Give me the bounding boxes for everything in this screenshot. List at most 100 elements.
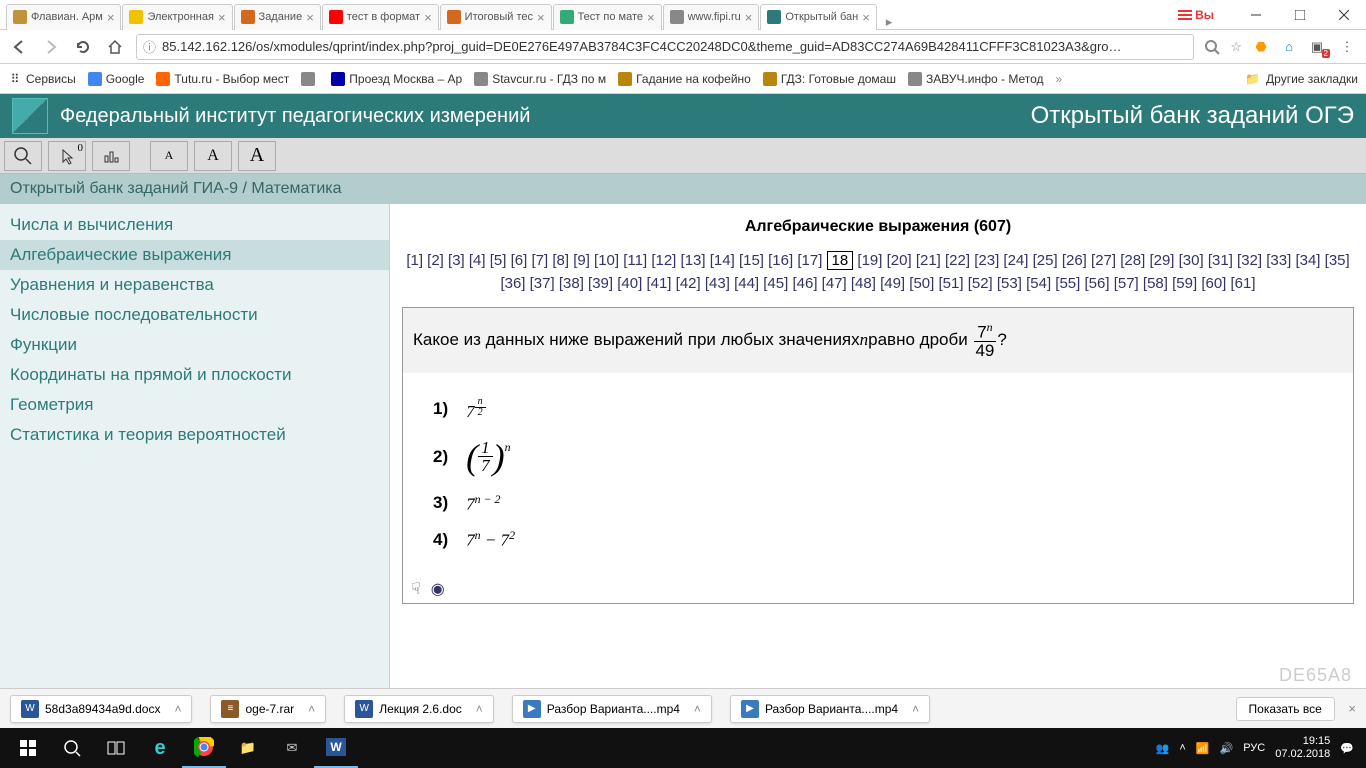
lang-indicator[interactable]: РУС	[1243, 742, 1265, 754]
extension-shield-icon[interactable]: ⬣	[1252, 38, 1270, 56]
option-2[interactable]: 2) ( 17 ) n	[433, 436, 1323, 478]
bookmark-item[interactable]: Гадание на кофейно	[618, 72, 751, 86]
page-link[interactable]: [3]	[448, 252, 465, 269]
page-link[interactable]: [57]	[1114, 275, 1139, 292]
font-medium-button[interactable]: A	[194, 141, 232, 171]
tray-chevron-icon[interactable]: ˄	[1179, 742, 1185, 754]
page-link[interactable]: [14]	[710, 252, 735, 269]
sidebar-item[interactable]: Координаты на прямой и плоскости	[0, 360, 389, 390]
browser-tab[interactable]: Открытый бан×	[760, 4, 876, 30]
page-link[interactable]: [28]	[1120, 252, 1145, 269]
browser-tab[interactable]: Итоговый тес×	[440, 4, 552, 30]
page-link[interactable]: [21]	[916, 252, 941, 269]
page-link[interactable]: [8]	[552, 252, 569, 269]
bookmark-item[interactable]: ЗАВУЧ.инфо - Метод	[908, 72, 1044, 86]
page-link[interactable]: [46]	[792, 275, 817, 292]
page-link[interactable]: [60]	[1201, 275, 1226, 292]
page-link[interactable]: [9]	[573, 252, 590, 269]
option-4[interactable]: 4) 7n − 72	[433, 528, 1323, 551]
page-link[interactable]: [20]	[887, 252, 912, 269]
close-window-button[interactable]	[1322, 1, 1366, 29]
explorer-icon[interactable]: 📁	[226, 728, 270, 768]
page-link[interactable]: [56]	[1085, 275, 1110, 292]
notifications-icon[interactable]: 💬	[1340, 742, 1354, 755]
mail-icon[interactable]: ✉	[270, 728, 314, 768]
menu-button[interactable]: ⋮	[1336, 36, 1358, 58]
download-chevron-icon[interactable]: ˄	[476, 702, 483, 716]
browser-tab[interactable]: Флавиан. Арм×	[6, 4, 121, 30]
font-large-button[interactable]: A	[238, 141, 276, 171]
close-tab-icon[interactable]: ×	[537, 10, 545, 25]
page-link[interactable]: [59]	[1172, 275, 1197, 292]
page-link[interactable]: [47]	[822, 275, 847, 292]
select-tool-button[interactable]: 0	[48, 141, 86, 171]
page-link[interactable]: [24]	[1003, 252, 1028, 269]
people-icon[interactable]: 👥	[1156, 742, 1170, 755]
page-link[interactable]: [32]	[1237, 252, 1262, 269]
bookmark-item[interactable]: Stavcur.ru - ГДЗ по м	[474, 72, 606, 86]
page-link[interactable]: [49]	[880, 275, 905, 292]
page-link[interactable]: [26]	[1062, 252, 1087, 269]
bookmark-item[interactable]: Проезд Москва – Ар	[331, 72, 462, 86]
page-link[interactable]: [25]	[1033, 252, 1058, 269]
search-tool-button[interactable]	[4, 141, 42, 171]
search-icon[interactable]	[1204, 39, 1220, 55]
page-link[interactable]: [22]	[945, 252, 970, 269]
browser-tab[interactable]: Задание×	[234, 4, 321, 30]
network-icon[interactable]: 📶	[1196, 742, 1210, 755]
page-link[interactable]: [58]	[1143, 275, 1168, 292]
page-link[interactable]: [7]	[531, 252, 548, 269]
close-tab-icon[interactable]: ×	[745, 10, 753, 25]
task-view-button[interactable]	[94, 728, 138, 768]
download-item[interactable]: WЛекция 2.6.doc˄	[344, 695, 494, 723]
browser-tab[interactable]: Электронная×	[122, 4, 232, 30]
close-tab-icon[interactable]: ×	[424, 10, 432, 25]
page-link[interactable]: [31]	[1208, 252, 1233, 269]
chrome-icon[interactable]	[182, 728, 226, 768]
page-link[interactable]: [51]	[938, 275, 963, 292]
sidebar-item[interactable]: Числа и вычисления	[0, 210, 389, 240]
sidebar-item[interactable]: Числовые последовательности	[0, 300, 389, 330]
browser-tab[interactable]: Тест по мате×	[553, 4, 662, 30]
page-link[interactable]: [30]	[1179, 252, 1204, 269]
font-small-button[interactable]: A	[150, 141, 188, 171]
page-link[interactable]: [45]	[763, 275, 788, 292]
download-chevron-icon[interactable]: ˄	[694, 702, 701, 716]
extension-home-icon[interactable]: ⌂	[1280, 38, 1298, 56]
back-button[interactable]	[8, 36, 30, 58]
page-link[interactable]: [48]	[851, 275, 876, 292]
page-link[interactable]: [50]	[909, 275, 934, 292]
url-input[interactable]: ⓘ 85.142.162.126/os/xmodules/qprint/inde…	[136, 34, 1194, 60]
download-item[interactable]: ▶Разбор Варианта....mp4˄	[512, 695, 712, 723]
extension-puzzle-icon[interactable]: ▣2	[1308, 38, 1326, 56]
page-link[interactable]: [55]	[1055, 275, 1080, 292]
bookmark-item[interactable]	[301, 72, 319, 86]
pointer-icon[interactable]: ☟	[411, 579, 421, 599]
page-link[interactable]: [43]	[705, 275, 730, 292]
home-button[interactable]	[104, 36, 126, 58]
download-item[interactable]: ▶Разбор Варианта....mp4˄	[730, 695, 930, 723]
new-tab-button[interactable]: ▸	[878, 14, 901, 30]
close-tab-icon[interactable]: ×	[218, 10, 226, 25]
sidebar-item[interactable]: Алгебраические выражения	[0, 240, 389, 270]
sidebar-item[interactable]: Уравнения и неравенства	[0, 270, 389, 300]
clock[interactable]: 19:15 07.02.2018	[1275, 735, 1330, 761]
page-link[interactable]: [41]	[646, 275, 671, 292]
chart-tool-button[interactable]	[92, 141, 130, 171]
volume-icon[interactable]: 🔊	[1220, 742, 1234, 755]
download-chevron-icon[interactable]: ˄	[174, 702, 181, 716]
page-link[interactable]: [54]	[1026, 275, 1051, 292]
close-tab-icon[interactable]: ×	[862, 10, 870, 25]
page-link[interactable]: [13]	[681, 252, 706, 269]
page-link[interactable]: [34]	[1295, 252, 1320, 269]
close-tab-icon[interactable]: ×	[107, 10, 115, 25]
close-tab-icon[interactable]: ×	[647, 10, 655, 25]
close-downloads-icon[interactable]: ×	[1348, 701, 1356, 716]
download-chevron-icon[interactable]: ˄	[308, 702, 315, 716]
cortana-search-button[interactable]	[50, 728, 94, 768]
download-item[interactable]: W58d3a89434a9d.docx˄	[10, 695, 192, 723]
page-link[interactable]: [61]	[1231, 275, 1256, 292]
page-link[interactable]: [1]	[406, 252, 423, 269]
page-link[interactable]: [17]	[797, 252, 822, 269]
page-link[interactable]: [4]	[469, 252, 486, 269]
